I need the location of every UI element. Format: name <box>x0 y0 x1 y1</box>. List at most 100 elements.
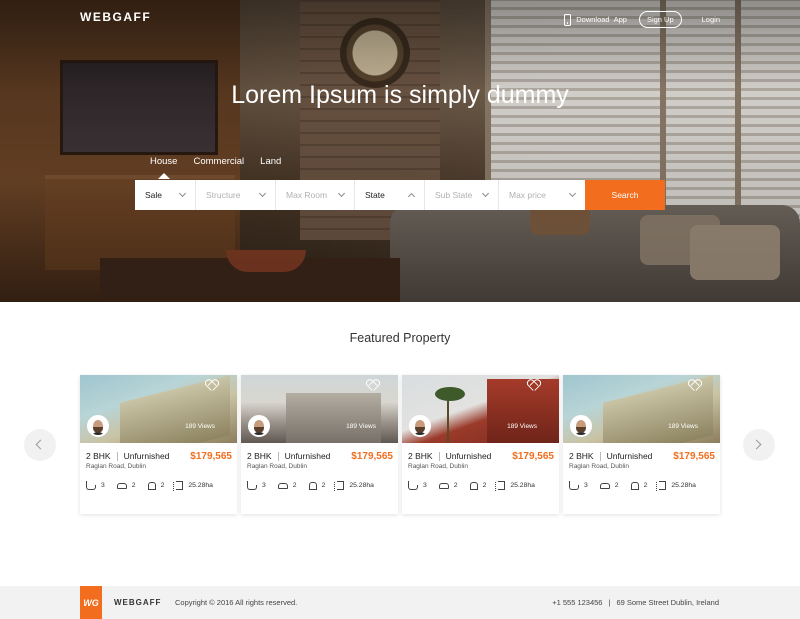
bath-count: 3 <box>101 482 105 489</box>
bed-count: 2 <box>160 482 165 489</box>
address: Raglan Road, Dublin <box>247 463 307 470</box>
views-count: 189 Views <box>346 423 376 430</box>
chevron-left-icon <box>35 439 46 450</box>
signup-button[interactable]: Sign Up <box>638 11 682 28</box>
price: $179,565 <box>190 451 232 462</box>
chevron-down-icon <box>481 189 490 198</box>
property-card[interactable]: 189 Views 2 BHK Unfurnished $179,565 Rag… <box>402 375 559 514</box>
avatar[interactable] <box>409 415 431 437</box>
footer-logo[interactable]: WG <box>80 586 102 619</box>
footer-address: 69 Some Street Dublin, Ireland <box>616 598 719 607</box>
address: Raglan Road, Dublin <box>408 463 468 470</box>
property-carousel: 189 Views 2 BHK Unfurnished $179,565 Rag… <box>80 375 720 515</box>
area-value: 25.28ha <box>349 482 374 489</box>
footer: WG WEBGAFF Copyright © 2016 All rights r… <box>0 586 800 619</box>
heart-icon[interactable] <box>205 380 217 391</box>
property-info: 2 BHK Unfurnished $179,565 Raglan Road, … <box>402 443 559 491</box>
avatar[interactable] <box>570 415 592 437</box>
price: $179,565 <box>673 451 715 462</box>
amenities: 3 2 2 25.28ha <box>408 480 553 491</box>
brand-logo[interactable]: WEBGAFF <box>80 10 151 24</box>
building-shape <box>286 393 381 443</box>
car-count: 2 <box>614 482 619 489</box>
footer-phone[interactable]: +1 555 123456 <box>552 598 602 607</box>
carousel-prev-button[interactable] <box>24 429 56 461</box>
area-value: 25.28ha <box>510 482 535 489</box>
property-info: 2 BHK Unfurnished $179,565 Raglan Road, … <box>241 443 398 491</box>
area-icon <box>495 481 506 491</box>
sale-select[interactable]: Sale <box>135 180 196 210</box>
property-info: 2 BHK Unfurnished $179,565 Raglan Road, … <box>563 443 720 491</box>
top-nav: Download App Sign Up Login <box>564 11 720 28</box>
property-image[interactable]: 189 Views <box>563 375 720 443</box>
bed-icon <box>308 481 317 490</box>
search-button[interactable]: Search <box>585 180 665 210</box>
app-label: App <box>613 15 627 24</box>
max-price-select-label: Max price <box>509 190 546 200</box>
sale-select-label: Sale <box>145 190 163 200</box>
building-shape <box>487 379 559 443</box>
bathtub-icon <box>86 480 96 490</box>
furnish-label: Unfurnished <box>445 451 492 461</box>
sub-state-select-label: Sub State <box>435 190 473 200</box>
address: Raglan Road, Dublin <box>569 463 629 470</box>
max-price-select[interactable]: Max price <box>499 180 585 210</box>
area-value: 25.28ha <box>188 482 213 489</box>
chevron-right-icon <box>751 439 762 450</box>
bhk-label: 2 BHK <box>247 451 272 461</box>
carousel-next-button[interactable] <box>743 429 775 461</box>
bath-count: 3 <box>584 482 588 489</box>
bhk-label: 2 BHK <box>408 451 433 461</box>
bathtub-icon <box>247 480 257 490</box>
avatar[interactable] <box>248 415 270 437</box>
price: $179,565 <box>512 451 554 462</box>
tab-house[interactable]: House <box>150 156 177 179</box>
state-select[interactable]: State <box>355 180 425 210</box>
palm-tree-shape <box>435 387 477 443</box>
tab-land[interactable]: Land <box>260 156 281 167</box>
property-image[interactable]: 189 Views <box>402 375 559 443</box>
property-image[interactable]: 189 Views <box>241 375 398 443</box>
car-icon <box>599 482 610 489</box>
bathtub-icon <box>569 480 579 490</box>
property-info: 2 BHK Unfurnished $179,565 Raglan Road, … <box>80 443 237 491</box>
property-card[interactable]: 189 Views 2 BHK Unfurnished $179,565 Rag… <box>80 375 237 514</box>
chevron-down-icon <box>178 189 187 198</box>
sub-state-select[interactable]: Sub State <box>425 180 499 210</box>
tab-commercial[interactable]: Commercial <box>193 156 244 167</box>
car-count: 2 <box>131 482 136 489</box>
chevron-down-icon <box>337 189 346 198</box>
heart-icon[interactable] <box>366 380 378 391</box>
footer-brand: WEBGAFF <box>114 598 162 607</box>
bed-count: 2 <box>482 482 487 489</box>
max-room-select[interactable]: Max Room <box>276 180 355 210</box>
views-count: 189 Views <box>668 423 698 430</box>
car-count: 2 <box>453 482 458 489</box>
hero-section: WEBGAFF Download App Sign Up Login Lorem… <box>0 0 800 302</box>
property-image[interactable]: 189 Views <box>80 375 237 443</box>
price: $179,565 <box>351 451 393 462</box>
avatar[interactable] <box>87 415 109 437</box>
chevron-up-icon <box>407 192 416 201</box>
property-type-tabs: House Commercial Land <box>150 156 297 179</box>
structure-select[interactable]: Structure <box>196 180 276 210</box>
phone-icon <box>564 13 572 26</box>
login-link[interactable]: Login <box>702 15 720 24</box>
car-icon <box>116 482 127 489</box>
download-app-link[interactable]: Download App <box>564 13 627 26</box>
property-card[interactable]: 189 Views 2 BHK Unfurnished $179,565 Rag… <box>241 375 398 514</box>
area-value: 25.28ha <box>671 482 696 489</box>
chevron-down-icon <box>258 189 267 198</box>
heart-icon[interactable] <box>527 380 539 391</box>
copyright-text: Copyright © 2016 All rights reserved. <box>175 598 298 607</box>
search-bar: Sale Structure Max Room State Sub State … <box>135 180 665 210</box>
amenities: 3 2 2 25.28ha <box>247 480 392 491</box>
views-count: 189 Views <box>507 423 537 430</box>
structure-select-label: Structure <box>206 190 241 200</box>
area-icon <box>334 481 345 491</box>
furnish-label: Unfurnished <box>123 451 170 461</box>
property-card[interactable]: 189 Views 2 BHK Unfurnished $179,565 Rag… <box>563 375 720 514</box>
bed-icon <box>469 481 478 490</box>
bathtub-icon <box>408 480 418 490</box>
heart-icon[interactable] <box>688 380 700 391</box>
